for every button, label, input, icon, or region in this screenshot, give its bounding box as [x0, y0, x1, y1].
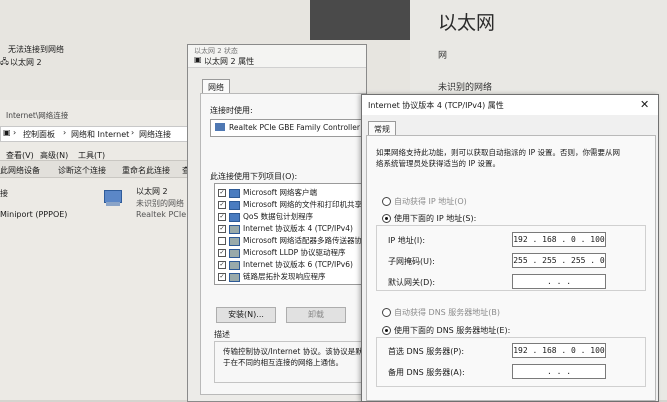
breadcrumb-sep-icon: › [13, 128, 17, 137]
adapter-box: Realtek PCIe GBE Family Controller [210, 119, 366, 137]
network-adapter-icon[interactable] [102, 188, 124, 210]
description-title: 描述 [214, 330, 230, 339]
window-title: Internet\网络连接 [6, 111, 69, 120]
breadcrumb-control-panel[interactable]: 控制面板 [23, 129, 55, 140]
checkbox-checked-icon[interactable]: ✓ [218, 261, 226, 269]
description-box: 传输控制协议/Internet 协议。该协议是默 于在不同的相互连接的网络上通信… [214, 341, 366, 383]
protocol-icon [229, 224, 240, 234]
protocol-icon [229, 236, 240, 246]
description-line: 传输控制协议/Internet 协议。该协议是默 [223, 347, 363, 356]
network-client-icon [229, 188, 240, 198]
close-icon[interactable]: ✕ [640, 98, 649, 111]
subnet-mask-field[interactable]: 255 . 255 . 255 . 0 [512, 253, 606, 268]
settings-title: 以太网 [438, 12, 496, 34]
folder-icon: ▣ [3, 128, 11, 137]
adapter-name[interactable]: 以太网 2 [136, 186, 168, 197]
ip-address-field[interactable]: 192 . 168 . 0 . 100 [512, 232, 606, 247]
status-line: 无法连接到网络 [8, 45, 64, 54]
radio-selected-icon[interactable] [382, 214, 391, 223]
network-connections-window: Internet\网络连接 ▣ › 控制面板 › 网络和 Internet › … [0, 100, 202, 400]
address-bar[interactable]: ▣ › 控制面板 › 网络和 Internet › 网络连接 [0, 126, 202, 142]
checkbox-checked-icon[interactable]: ✓ [218, 201, 226, 209]
list-item[interactable]: ✓ Microsoft 网络的文件和打印机共享 [218, 199, 362, 211]
checkbox-unchecked-icon[interactable] [218, 237, 226, 245]
install-button[interactable]: 安装(N)... [216, 307, 276, 323]
list-item[interactable]: ✓ Microsoft LLDP 协议驱动程序 [218, 247, 346, 259]
list-item[interactable]: ✓ 链路层拓扑发现响应程序 [218, 271, 326, 283]
ipv4-properties-dialog: Internet 协议版本 4 (TCP/IPv4) 属性 ✕ 常规 如果网络支… [361, 94, 659, 402]
protocol-icon [229, 248, 240, 258]
list-item[interactable]: ✓ Microsoft 网络客户端 [218, 187, 317, 199]
checkbox-checked-icon[interactable]: ✓ [218, 225, 226, 233]
list-item[interactable]: ✓ Internet 协议版本 6 (TCP/IPv6) [218, 259, 353, 271]
adapter-status: 未识别的网络 [136, 199, 184, 208]
items-label: 此连接使用下列项目(O): [210, 172, 298, 181]
status-icon: 🖧 [0, 57, 9, 66]
list-item[interactable]: ✓ Internet 协议版本 4 (TCP/IPv4) [218, 223, 353, 235]
checkbox-checked-icon[interactable]: ✓ [218, 213, 226, 221]
ip-address-label: IP 地址(I): [388, 236, 426, 245]
connect-using-label: 连接时使用: [210, 106, 253, 115]
adapter-icon [215, 123, 225, 131]
settings-network-status: 未识别的网络 [438, 83, 493, 93]
qos-icon [229, 212, 240, 222]
checkbox-checked-icon[interactable]: ✓ [218, 273, 226, 281]
settings-item[interactable]: 网 [438, 48, 447, 61]
auto-dns-option[interactable]: 自动获得 DNS 服务器地址(B) [382, 307, 500, 318]
status-adapter[interactable]: 以太网 2 [10, 57, 42, 68]
preferred-dns-label: 首选 DNS 服务器(P): [388, 347, 465, 356]
radio-unselected-icon[interactable] [382, 197, 391, 206]
uninstall-button[interactable]: 卸载 [286, 307, 346, 323]
toolbar: 此网络设备 诊断这个连接 重命名此连接 查 [0, 160, 200, 178]
manual-dns-option[interactable]: 使用下面的 DNS 服务器地址(E): [382, 325, 510, 336]
properties-titlebar: 以太网 2 状态 ▣ 以太网 2 属性 [188, 45, 366, 68]
protocol-icon [229, 272, 240, 282]
intro-text: 如果网络支持此功能，则可以获取自动指派的 IP 设置。否则，你需要从网 [376, 148, 621, 157]
checkbox-checked-icon[interactable]: ✓ [218, 189, 226, 197]
network-icon: ▣ [194, 55, 202, 64]
description-line: 于在不同的相互连接的网络上通信。 [223, 358, 343, 367]
breadcrumb-sep-icon: › [63, 128, 67, 137]
file-sharing-icon [229, 200, 240, 210]
protocol-icon [229, 260, 240, 270]
checkbox-checked-icon[interactable]: ✓ [218, 249, 226, 257]
properties-title: 以太网 2 属性 [204, 57, 255, 66]
alternate-dns-label: 备用 DNS 服务器(A): [388, 368, 465, 377]
ethernet-properties-dialog: 以太网 2 状态 ▣ 以太网 2 属性 网络 连接时使用: Realtek PC… [187, 44, 367, 402]
auto-ip-option[interactable]: 自动获得 IP 地址(O) [382, 196, 467, 207]
breadcrumb-network-connections[interactable]: 网络连接 [139, 129, 171, 140]
gateway-label: 默认网关(D): [388, 278, 436, 287]
list-item[interactable]: Microsoft 网络适配器多路传送器协议 [218, 235, 365, 247]
ipv4-title: Internet 协议版本 4 (TCP/IPv4) 属性 [368, 101, 504, 110]
intro-text: 络系统管理员处获得适当的 IP 设置。 [376, 159, 501, 168]
breadcrumb-sep-icon: › [131, 128, 135, 137]
ipv4-titlebar: Internet 协议版本 4 (TCP/IPv4) 属性 ✕ [362, 95, 658, 115]
settings-header-strip [310, 0, 410, 40]
toolbar-rename[interactable]: 重命名此连接 [122, 165, 170, 176]
subnet-mask-label: 子网掩码(U): [388, 257, 435, 266]
breadcrumb-network-internet[interactable]: 网络和 Internet [71, 129, 129, 140]
gateway-field[interactable]: . . . [512, 274, 606, 289]
connection-label: 接 [0, 189, 8, 198]
preferred-dns-field[interactable]: 192 . 168 . 0 . 100 [512, 343, 606, 358]
list-item[interactable]: ✓ QoS 数据包计划程序 [218, 211, 313, 223]
connection-device: Miniport (PPPOE) [0, 210, 68, 219]
items-list[interactable]: ✓ Microsoft 网络客户端 ✓ Microsoft 网络的文件和打印机共享 … [214, 183, 366, 285]
toolbar-disable-device[interactable]: 此网络设备 [0, 165, 40, 176]
radio-unselected-icon[interactable] [382, 308, 391, 317]
toolbar-diagnose[interactable]: 诊断这个连接 [58, 165, 106, 176]
radio-selected-icon[interactable] [382, 326, 391, 335]
adapter-name: Realtek PCIe GBE Family Controller [229, 123, 360, 132]
alternate-dns-field[interactable]: . . . [512, 364, 606, 379]
manual-ip-option[interactable]: 使用下面的 IP 地址(S): [382, 213, 476, 224]
